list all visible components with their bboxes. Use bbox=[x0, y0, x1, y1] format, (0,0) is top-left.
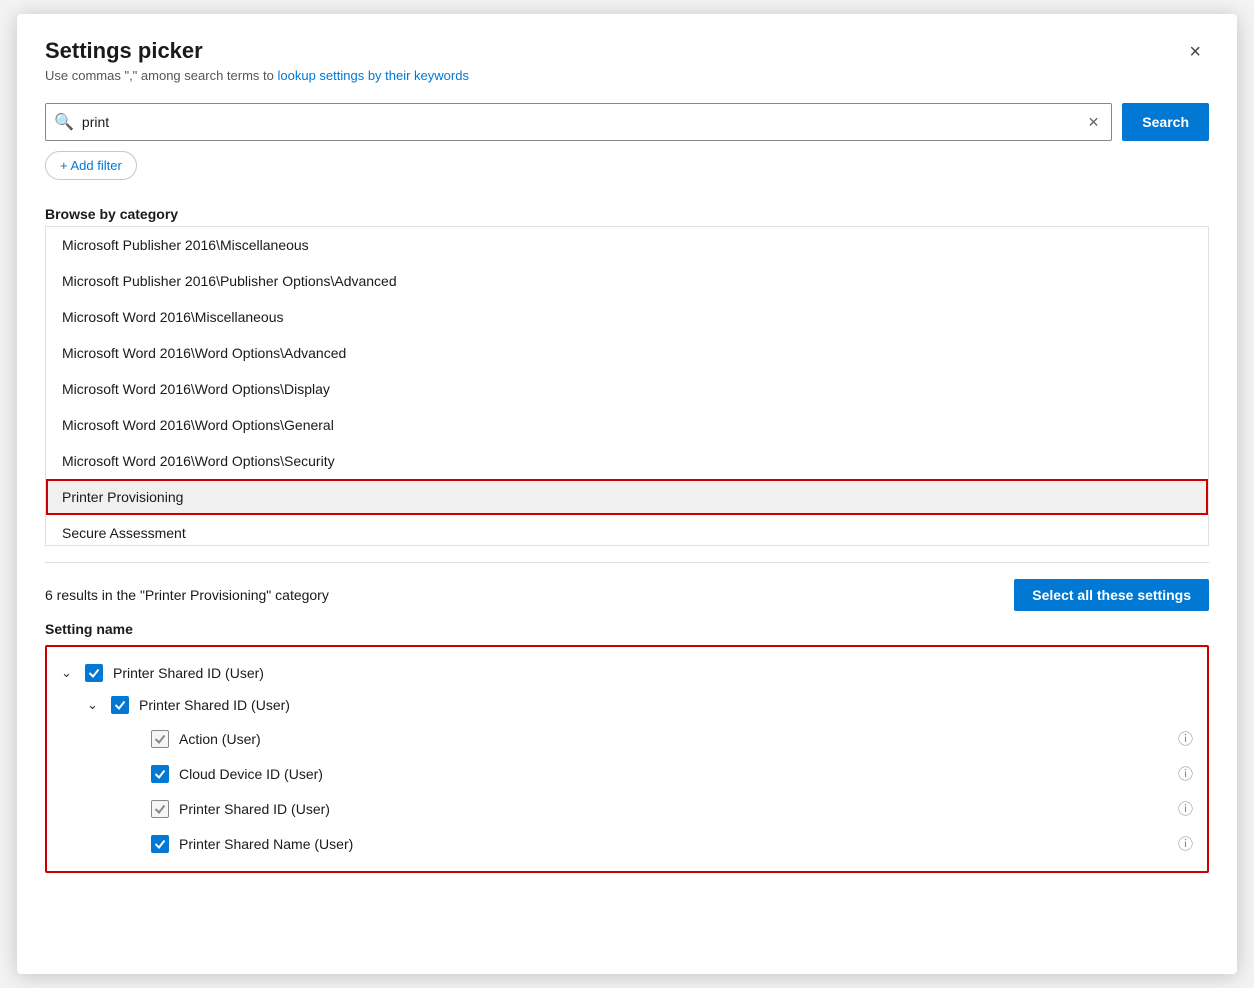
results-header: 6 results in the "Printer Provisioning" … bbox=[45, 579, 1209, 611]
setting-row-level0: ⌄ Printer Shared ID (User) bbox=[47, 657, 1207, 689]
setting-label-level0: Printer Shared ID (User) bbox=[113, 665, 264, 681]
close-button[interactable]: × bbox=[1181, 38, 1209, 66]
category-item[interactable]: Microsoft Word 2016\Miscellaneous bbox=[46, 299, 1208, 335]
setting-row-printer-shared-id: ⌄ Printer Shared ID (User) ⓘ bbox=[47, 791, 1207, 826]
setting-row-printer-shared-name: ⌄ Printer Shared Name (User) ⓘ bbox=[47, 826, 1207, 861]
checkbox-level0[interactable] bbox=[85, 664, 103, 682]
add-filter-button[interactable]: + Add filter bbox=[45, 151, 137, 180]
category-item[interactable]: Microsoft Word 2016\Word Options\Display bbox=[46, 371, 1208, 407]
search-icon: 🔍 bbox=[54, 112, 74, 132]
dialog-subtitle: Use commas "," among search terms to loo… bbox=[45, 68, 469, 83]
setting-label-action: Action (User) bbox=[179, 731, 261, 747]
results-count-text: 6 results in the "Printer Provisioning" … bbox=[45, 587, 329, 603]
category-item[interactable]: Microsoft Publisher 2016\Publisher Optio… bbox=[46, 263, 1208, 299]
category-item[interactable]: Microsoft Word 2016\Word Options\General bbox=[46, 407, 1208, 443]
category-list: Microsoft Publisher 2016\Miscellaneous M… bbox=[45, 226, 1209, 546]
info-icon-printer-shared-name[interactable]: ⓘ bbox=[1178, 833, 1193, 854]
select-all-button[interactable]: Select all these settings bbox=[1014, 579, 1209, 611]
setting-label-printer-shared-name: Printer Shared Name (User) bbox=[179, 836, 353, 852]
category-item[interactable]: Secure Assessment bbox=[46, 515, 1208, 546]
search-input[interactable] bbox=[82, 114, 1084, 130]
settings-list: ⌄ Printer Shared ID (User) ⌄ Printer Sha… bbox=[45, 645, 1209, 873]
subtitle-text: Use commas "," among search terms to bbox=[45, 68, 274, 83]
category-item[interactable]: Microsoft Word 2016\Word Options\Securit… bbox=[46, 443, 1208, 479]
checkbox-cloud-device[interactable] bbox=[151, 765, 169, 783]
info-icon-printer-shared-id[interactable]: ⓘ bbox=[1178, 798, 1193, 819]
expand-icon[interactable]: ⌄ bbox=[61, 665, 77, 681]
checkbox-level1[interactable] bbox=[111, 696, 129, 714]
category-item[interactable]: Microsoft Publisher 2016\Miscellaneous bbox=[46, 227, 1208, 263]
checkbox-action[interactable] bbox=[151, 730, 169, 748]
setting-label-cloud-device: Cloud Device ID (User) bbox=[179, 766, 323, 782]
setting-label-printer-shared-id: Printer Shared ID (User) bbox=[179, 801, 330, 817]
checkbox-printer-shared-name[interactable] bbox=[151, 835, 169, 853]
expand-icon[interactable]: ⌄ bbox=[87, 697, 103, 713]
search-button[interactable]: Search bbox=[1122, 103, 1209, 141]
settings-picker-dialog: Settings picker Use commas "," among sea… bbox=[17, 14, 1237, 974]
dialog-title-area: Settings picker Use commas "," among sea… bbox=[45, 38, 469, 83]
setting-row-cloud-device: ⌄ Cloud Device ID (User) ⓘ bbox=[47, 756, 1207, 791]
dialog-title: Settings picker bbox=[45, 38, 469, 64]
setting-name-header: Setting name bbox=[45, 621, 1209, 637]
search-row: 🔍 ✕ Search bbox=[45, 103, 1209, 141]
subtitle-link[interactable]: lookup settings by their keywords bbox=[277, 68, 468, 83]
dialog-header: Settings picker Use commas "," among sea… bbox=[45, 38, 1209, 83]
results-label: 6 results in the "Printer Provisioning" … bbox=[45, 587, 329, 603]
clear-icon[interactable]: ✕ bbox=[1084, 112, 1104, 133]
setting-row-action: ⌄ Action (User) ⓘ bbox=[47, 721, 1207, 756]
info-icon-cloud-device[interactable]: ⓘ bbox=[1178, 763, 1193, 784]
category-item[interactable]: Microsoft Word 2016\Word Options\Advance… bbox=[46, 335, 1208, 371]
category-item-printer-provisioning[interactable]: Printer Provisioning bbox=[46, 479, 1208, 515]
search-box: 🔍 ✕ bbox=[45, 103, 1112, 141]
checkbox-printer-shared-id[interactable] bbox=[151, 800, 169, 818]
setting-label-level1: Printer Shared ID (User) bbox=[139, 697, 290, 713]
divider bbox=[45, 562, 1209, 563]
info-icon-action[interactable]: ⓘ bbox=[1178, 728, 1193, 749]
browse-category-label: Browse by category bbox=[45, 206, 1209, 222]
setting-row-level1: ⌄ Printer Shared ID (User) bbox=[47, 689, 1207, 721]
